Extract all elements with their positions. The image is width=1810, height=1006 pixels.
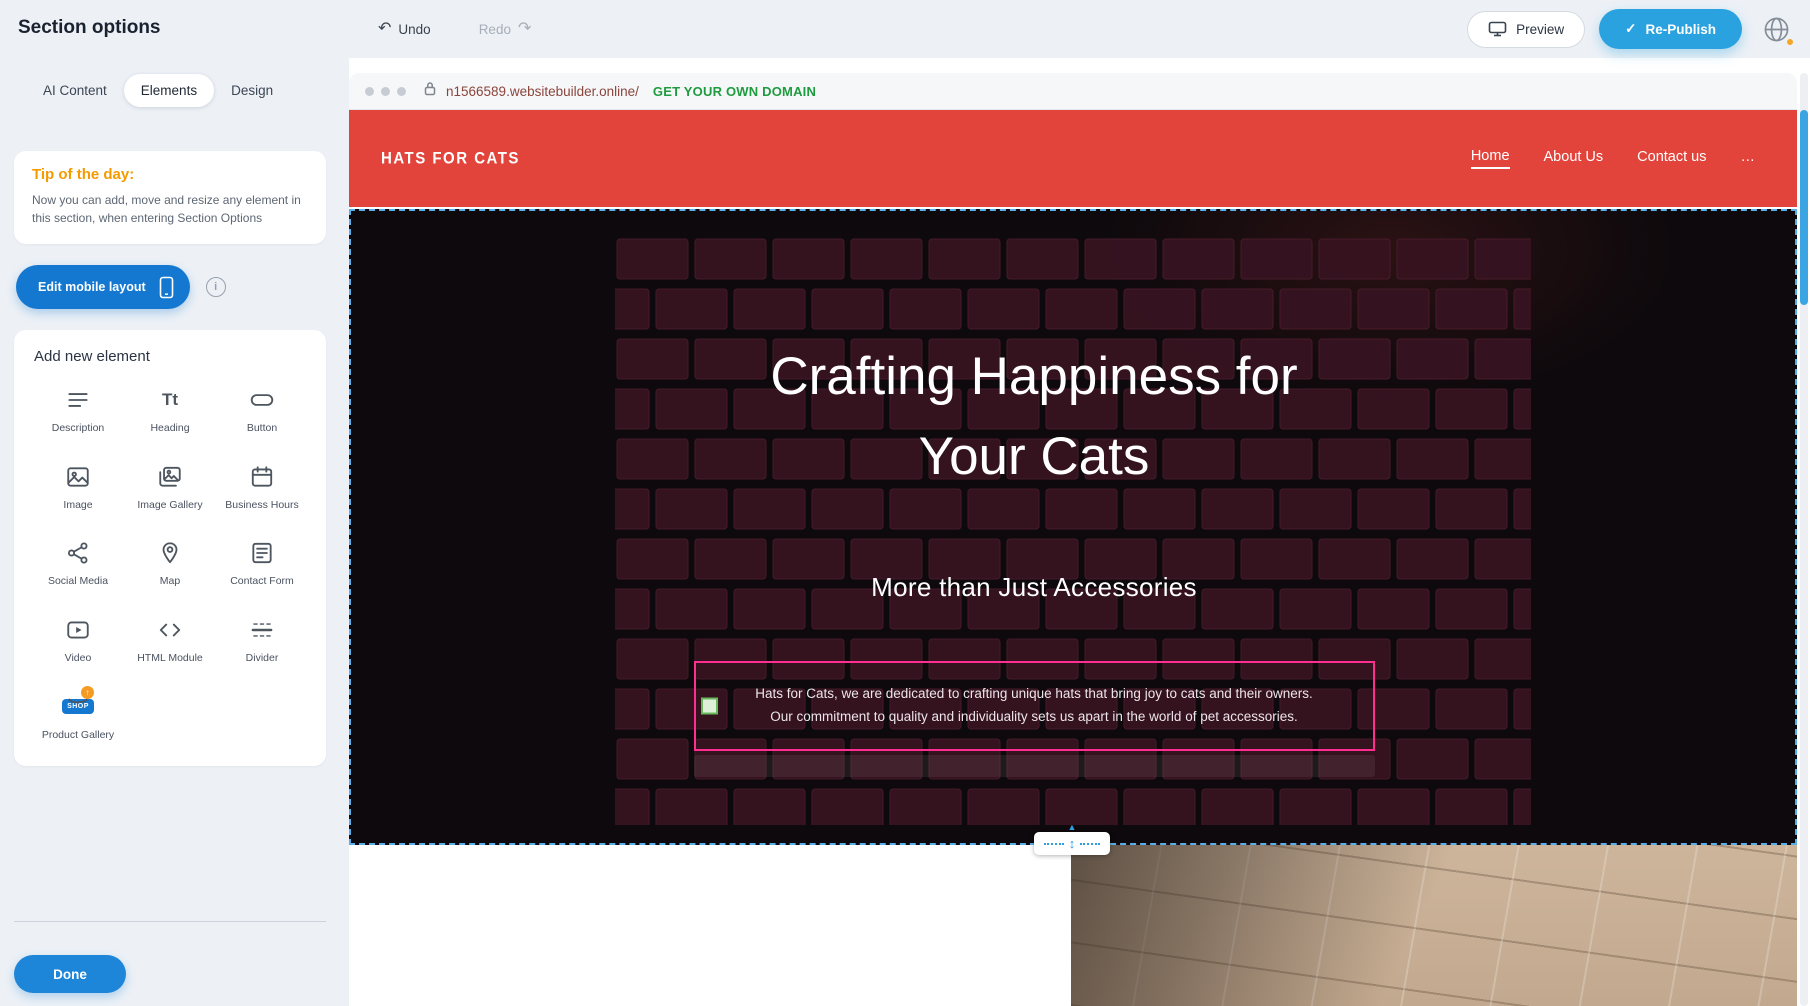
- hero-paragraph-selected[interactable]: Hats for Cats, we are dedicated to craft…: [694, 661, 1375, 751]
- lock-icon: [424, 81, 436, 101]
- info-icon[interactable]: i: [206, 277, 226, 297]
- add-element-social-media[interactable]: Social Media: [32, 538, 124, 589]
- shop-badge-arrow-icon: ↑: [81, 686, 94, 699]
- site-header: Hats for Cats Home About Us Contact us …: [349, 110, 1797, 207]
- section-resize-handle[interactable]: ↕: [1034, 832, 1110, 855]
- undo-label: Undo: [398, 22, 430, 37]
- add-element-image-gallery[interactable]: Image Gallery: [124, 462, 216, 513]
- element-hover-ghost: [694, 755, 1375, 777]
- topbar: Section options ↶ Undo Redo ↷ Preview ✓ …: [0, 0, 1810, 58]
- add-element-heading[interactable]: Tt Heading: [124, 385, 216, 436]
- redo-button[interactable]: Redo ↷: [473, 20, 538, 38]
- add-element-title: Add new element: [34, 348, 308, 365]
- scrollbar[interactable]: [1800, 73, 1808, 1006]
- social-media-icon: [63, 538, 93, 568]
- hero-section-selected[interactable]: Crafting Happiness for Your Cats More th…: [349, 209, 1797, 845]
- dashed-line: [1080, 843, 1100, 845]
- sidebar: AI Content Elements Design Tip of the da…: [0, 58, 349, 1006]
- nav-about-us[interactable]: About Us: [1544, 149, 1604, 168]
- sidebar-divider: [14, 921, 326, 922]
- window-dot: [365, 87, 374, 96]
- tip-title: Tip of the day:: [32, 166, 308, 183]
- element-grid: Description Tt Heading Button Ima: [32, 385, 308, 742]
- undo-button[interactable]: ↶ Undo: [372, 20, 437, 38]
- done-button[interactable]: Done: [14, 955, 126, 993]
- topbar-actions: Preview ✓ Re-Publish: [1467, 0, 1796, 58]
- section-resize-control: ▲ ↕: [1034, 822, 1110, 855]
- resize-vertical-icon: ↕: [1069, 837, 1076, 850]
- add-element-description[interactable]: Description: [32, 385, 124, 436]
- image-icon: [63, 462, 93, 492]
- map-pin-icon: [155, 538, 185, 568]
- hero-subtitle[interactable]: More than Just Accessories: [871, 572, 1197, 603]
- site-canvas: n1566589.websitebuilder.online/ GET YOUR…: [349, 58, 1797, 1006]
- tab-ai-content[interactable]: AI Content: [26, 74, 124, 107]
- window-dot: [397, 87, 406, 96]
- nav-home[interactable]: Home: [1471, 148, 1510, 169]
- edit-mobile-label: Edit mobile layout: [38, 280, 146, 294]
- browser-chrome: n1566589.websitebuilder.online/ GET YOUR…: [349, 73, 1797, 110]
- hero-content: Crafting Happiness for Your Cats More th…: [349, 211, 1756, 843]
- page-title: Section options: [18, 17, 161, 39]
- republish-button[interactable]: ✓ Re-Publish: [1599, 9, 1742, 49]
- add-element-map[interactable]: Map: [124, 538, 216, 589]
- add-element-contact-form[interactable]: Contact Form: [216, 538, 308, 589]
- site-nav: Home About Us Contact us …: [1471, 148, 1755, 169]
- video-icon: [63, 615, 93, 645]
- description-icon: [63, 385, 93, 415]
- sidebar-footer: Done: [14, 921, 326, 993]
- code-icon: [155, 615, 185, 645]
- add-element-business-hours[interactable]: Business Hours: [216, 462, 308, 513]
- sidebar-tabs: AI Content Elements Design: [26, 74, 326, 107]
- preview-label: Preview: [1516, 22, 1564, 37]
- nav-more-ellipsis[interactable]: …: [1741, 149, 1756, 168]
- add-element-video[interactable]: Video: [32, 615, 124, 666]
- business-hours-icon: [247, 462, 277, 492]
- next-section-white-area: [349, 845, 1071, 1006]
- undo-icon: ↶: [378, 21, 391, 37]
- edit-mobile-row: Edit mobile layout i: [16, 265, 326, 309]
- website-builder-app: Section options ↶ Undo Redo ↷ Preview ✓ …: [0, 0, 1810, 1006]
- redo-label: Redo: [479, 22, 511, 37]
- notification-dot: [1787, 39, 1793, 45]
- contact-form-icon: [247, 538, 277, 568]
- product-gallery-icon: SHOP ↑: [63, 692, 93, 722]
- undo-redo-group: ↶ Undo Redo ↷: [372, 0, 537, 58]
- check-icon: ✓: [1625, 21, 1636, 37]
- resize-arrow-up-icon: ▲: [1034, 822, 1110, 832]
- add-element-panel: Add new element Description Tt Heading: [14, 330, 326, 766]
- dashed-line: [1044, 843, 1064, 845]
- tab-elements[interactable]: Elements: [124, 74, 214, 107]
- nav-contact-us[interactable]: Contact us: [1637, 149, 1706, 168]
- divider-icon: [247, 615, 277, 645]
- window-dot: [381, 87, 390, 96]
- redo-icon: ↷: [518, 21, 531, 37]
- heading-icon: Tt: [155, 385, 185, 415]
- tip-body: Now you can add, move and resize any ele…: [32, 191, 308, 227]
- get-your-own-domain-link[interactable]: GET YOUR OWN DOMAIN: [653, 84, 816, 99]
- monitor-icon: [1488, 21, 1507, 37]
- url-text: n1566589.websitebuilder.online/: [446, 84, 639, 99]
- preview-button[interactable]: Preview: [1467, 11, 1585, 48]
- image-gallery-icon: [155, 462, 185, 492]
- add-element-divider[interactable]: Divider: [216, 615, 308, 666]
- phone-icon: [159, 276, 174, 299]
- tab-design[interactable]: Design: [214, 74, 290, 107]
- republish-label: Re-Publish: [1645, 22, 1716, 37]
- add-element-image[interactable]: Image: [32, 462, 124, 513]
- tip-of-the-day-card: Tip of the day: Now you can add, move an…: [14, 151, 326, 244]
- language-globe-button[interactable]: [1756, 9, 1796, 49]
- element-drag-handle[interactable]: [701, 697, 718, 714]
- globe-icon: [1763, 16, 1790, 43]
- add-element-button[interactable]: Button: [216, 385, 308, 436]
- next-section-photo: [1071, 845, 1797, 1006]
- hero-title[interactable]: Crafting Happiness for Your Cats: [770, 337, 1297, 496]
- button-icon: [247, 385, 277, 415]
- add-element-html-module[interactable]: HTML Module: [124, 615, 216, 666]
- add-element-product-gallery[interactable]: SHOP ↑ Product Gallery: [32, 692, 124, 743]
- site-logo[interactable]: Hats for Cats: [381, 149, 520, 168]
- scrollbar-thumb[interactable]: [1800, 110, 1808, 305]
- window-dots: [365, 87, 406, 96]
- edit-mobile-layout-button[interactable]: Edit mobile layout: [16, 265, 190, 309]
